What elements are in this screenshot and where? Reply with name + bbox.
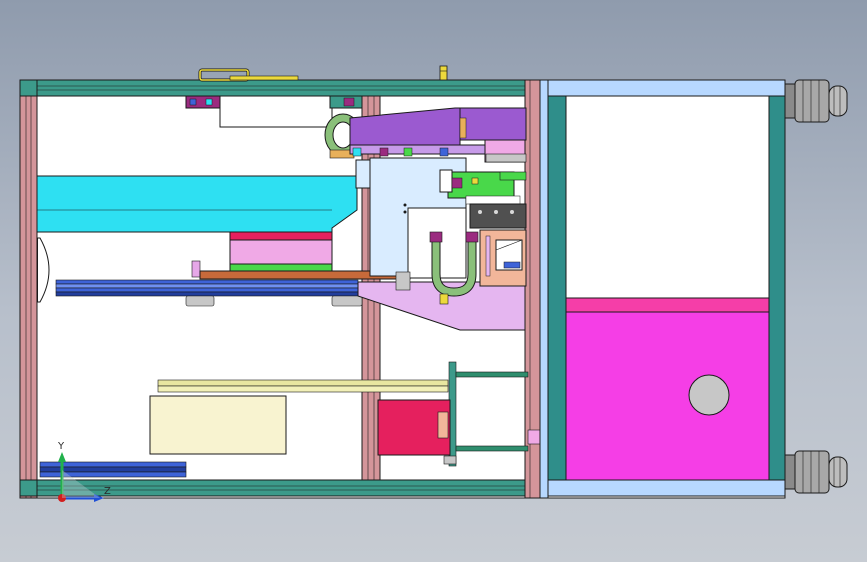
crimson-block [377, 399, 451, 456]
handle-icon[interactable] [198, 68, 299, 82]
colored-block [229, 231, 333, 273]
triad-y-label: Y [58, 441, 65, 452]
gripper-module[interactable] [479, 229, 527, 287]
cyan-plate[interactable] [36, 175, 358, 233]
triad-z-label: Z [104, 486, 111, 497]
cad-viewport[interactable]: Y Z [0, 0, 867, 562]
hub-bottom [784, 450, 848, 494]
hub-top [784, 79, 848, 123]
right-cabinet[interactable] [539, 79, 786, 499]
cad-model-view[interactable] [0, 0, 867, 562]
knob-icon[interactable] [439, 65, 448, 81]
